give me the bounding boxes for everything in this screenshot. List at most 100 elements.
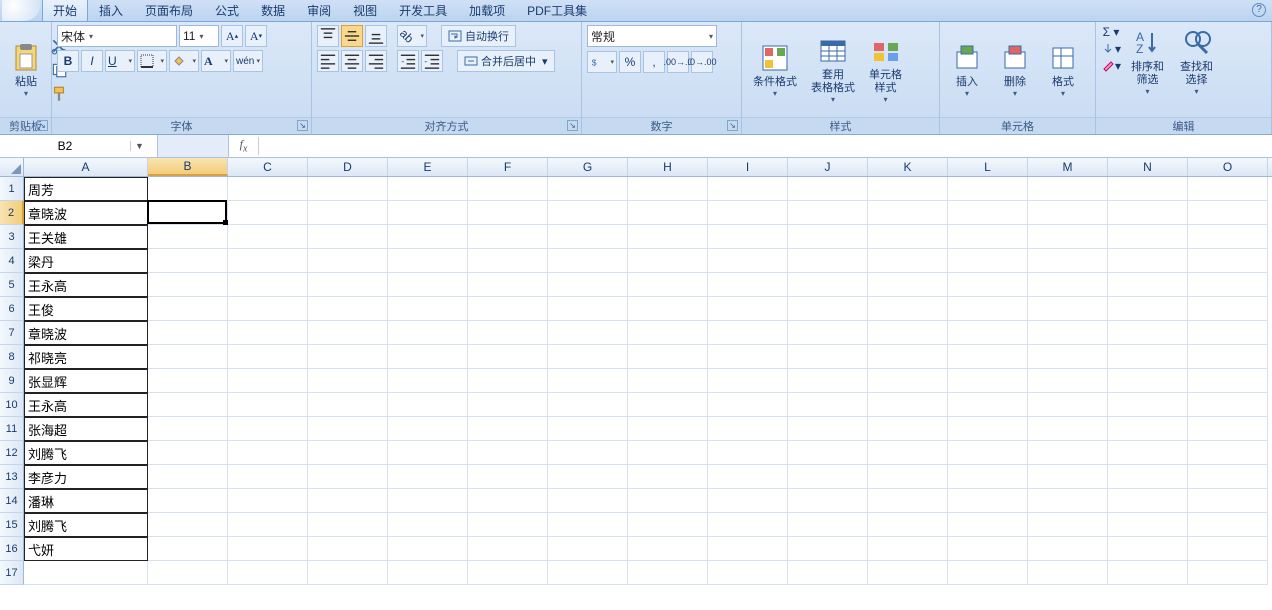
cell-I14[interactable]: [708, 489, 788, 513]
cell-D6[interactable]: [308, 297, 388, 321]
cell-F10[interactable]: [468, 393, 548, 417]
cell-E11[interactable]: [388, 417, 468, 441]
cell-E4[interactable]: [388, 249, 468, 273]
cell-K17[interactable]: [868, 561, 948, 585]
row-header-2[interactable]: 2: [0, 201, 24, 225]
cell-E13[interactable]: [388, 465, 468, 489]
cell-G17[interactable]: [548, 561, 628, 585]
cell-B7[interactable]: [148, 321, 228, 345]
cell-M8[interactable]: [1028, 345, 1108, 369]
cell-L14[interactable]: [948, 489, 1028, 513]
cell-L1[interactable]: [948, 177, 1028, 201]
cell-K3[interactable]: [868, 225, 948, 249]
cell-H14[interactable]: [628, 489, 708, 513]
cell-B5[interactable]: [148, 273, 228, 297]
cell-N12[interactable]: [1108, 441, 1188, 465]
cell-J9[interactable]: [788, 369, 868, 393]
font-size-combo[interactable]: 11▾: [179, 25, 219, 47]
col-header-E[interactable]: E: [388, 158, 468, 176]
cell-F3[interactable]: [468, 225, 548, 249]
cell-F2[interactable]: [468, 201, 548, 225]
cell-N10[interactable]: [1108, 393, 1188, 417]
col-header-B[interactable]: B: [148, 158, 228, 176]
cell-N7[interactable]: [1108, 321, 1188, 345]
cell-C3[interactable]: [228, 225, 308, 249]
cell-H17[interactable]: [628, 561, 708, 585]
cell-H1[interactable]: [628, 177, 708, 201]
col-header-L[interactable]: L: [948, 158, 1028, 176]
cell-F4[interactable]: [468, 249, 548, 273]
sort-filter-button[interactable]: AZ 排序和 筛选▾: [1125, 25, 1170, 98]
cell-B10[interactable]: [148, 393, 228, 417]
cell-N8[interactable]: [1108, 345, 1188, 369]
font-color-button[interactable]: A▾: [201, 50, 231, 72]
cell-L16[interactable]: [948, 537, 1028, 561]
cell-C10[interactable]: [228, 393, 308, 417]
cell-A14[interactable]: 潘琳: [24, 489, 148, 513]
cell-A8[interactable]: 祁晓亮: [24, 345, 148, 369]
cell-F5[interactable]: [468, 273, 548, 297]
wrap-text-button[interactable]: 自动换行: [441, 25, 516, 47]
cell-B12[interactable]: [148, 441, 228, 465]
cell-O5[interactable]: [1188, 273, 1268, 297]
cell-M10[interactable]: [1028, 393, 1108, 417]
cell-O8[interactable]: [1188, 345, 1268, 369]
cell-I6[interactable]: [708, 297, 788, 321]
cell-K1[interactable]: [868, 177, 948, 201]
cell-I1[interactable]: [708, 177, 788, 201]
cell-N4[interactable]: [1108, 249, 1188, 273]
cell-J14[interactable]: [788, 489, 868, 513]
cell-J6[interactable]: [788, 297, 868, 321]
cell-A9[interactable]: 张显辉: [24, 369, 148, 393]
cell-O15[interactable]: [1188, 513, 1268, 537]
cell-B8[interactable]: [148, 345, 228, 369]
align-bottom-button[interactable]: [365, 25, 387, 47]
cell-A1[interactable]: 周芳: [24, 177, 148, 201]
cell-A6[interactable]: 王俊: [24, 297, 148, 321]
row-header-17[interactable]: 17: [0, 561, 24, 585]
cell-H5[interactable]: [628, 273, 708, 297]
cell-J16[interactable]: [788, 537, 868, 561]
row-header-6[interactable]: 6: [0, 297, 24, 321]
cell-I2[interactable]: [708, 201, 788, 225]
cell-E2[interactable]: [388, 201, 468, 225]
cell-K7[interactable]: [868, 321, 948, 345]
cell-E1[interactable]: [388, 177, 468, 201]
cell-I11[interactable]: [708, 417, 788, 441]
cell-H12[interactable]: [628, 441, 708, 465]
cell-C11[interactable]: [228, 417, 308, 441]
cell-K16[interactable]: [868, 537, 948, 561]
cell-D9[interactable]: [308, 369, 388, 393]
cell-M4[interactable]: [1028, 249, 1108, 273]
cell-B15[interactable]: [148, 513, 228, 537]
autosum-button[interactable]: Σ ▾: [1101, 25, 1121, 39]
align-center-button[interactable]: [341, 50, 363, 72]
cell-A17[interactable]: [24, 561, 148, 585]
cell-O2[interactable]: [1188, 201, 1268, 225]
cell-E5[interactable]: [388, 273, 468, 297]
cell-M15[interactable]: [1028, 513, 1108, 537]
underline-button[interactable]: U▾: [105, 50, 135, 72]
cell-F8[interactable]: [468, 345, 548, 369]
cell-O6[interactable]: [1188, 297, 1268, 321]
col-header-K[interactable]: K: [868, 158, 948, 176]
cell-C4[interactable]: [228, 249, 308, 273]
cell-L6[interactable]: [948, 297, 1028, 321]
cell-O10[interactable]: [1188, 393, 1268, 417]
row-header-10[interactable]: 10: [0, 393, 24, 417]
cell-D13[interactable]: [308, 465, 388, 489]
cell-O16[interactable]: [1188, 537, 1268, 561]
cell-E15[interactable]: [388, 513, 468, 537]
format-cells-button[interactable]: 格式▾: [1041, 40, 1085, 100]
alignment-dialog-launcher[interactable]: ↘: [567, 120, 578, 131]
cell-C15[interactable]: [228, 513, 308, 537]
cell-G8[interactable]: [548, 345, 628, 369]
cell-L9[interactable]: [948, 369, 1028, 393]
col-header-N[interactable]: N: [1108, 158, 1188, 176]
cell-J5[interactable]: [788, 273, 868, 297]
percent-button[interactable]: %: [619, 51, 641, 73]
tab-1[interactable]: 插入: [88, 0, 134, 21]
row-header-1[interactable]: 1: [0, 177, 24, 201]
office-button[interactable]: [2, 0, 40, 21]
cell-C17[interactable]: [228, 561, 308, 585]
